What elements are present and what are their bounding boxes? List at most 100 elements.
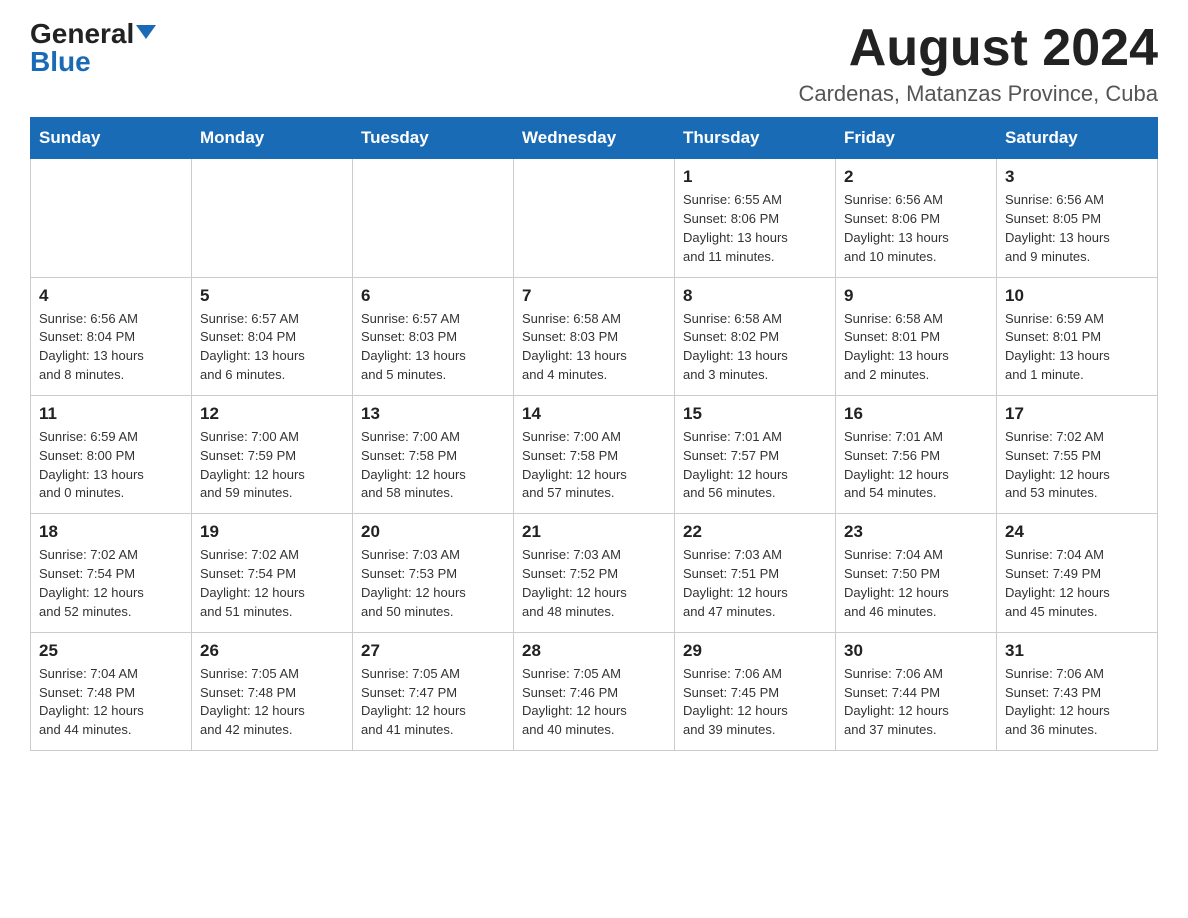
day-info: Sunrise: 7:05 AM Sunset: 7:48 PM Dayligh… [200,665,344,740]
logo-blue: Blue [30,48,91,76]
calendar-cell: 16 Sunrise: 7:01 AM Sunset: 7:56 PM Dayli… [836,395,997,513]
day-number: 9 [844,286,988,306]
day-info: Sunrise: 7:00 AM Sunset: 7:58 PM Dayligh… [522,428,666,503]
calendar-cell: 14 Sunrise: 7:00 AM Sunset: 7:58 PM Dayli… [514,395,675,513]
day-info: Sunrise: 6:58 AM Sunset: 8:03 PM Dayligh… [522,310,666,385]
calendar-cell: 29 Sunrise: 7:06 AM Sunset: 7:45 PM Dayli… [675,632,836,750]
calendar-week-row: 18 Sunrise: 7:02 AM Sunset: 7:54 PM Dayli… [31,514,1158,632]
day-number: 16 [844,404,988,424]
calendar-cell: 21 Sunrise: 7:03 AM Sunset: 7:52 PM Dayli… [514,514,675,632]
calendar-week-row: 25 Sunrise: 7:04 AM Sunset: 7:48 PM Dayli… [31,632,1158,750]
day-info: Sunrise: 6:59 AM Sunset: 8:00 PM Dayligh… [39,428,183,503]
day-info: Sunrise: 7:00 AM Sunset: 7:58 PM Dayligh… [361,428,505,503]
day-info: Sunrise: 7:06 AM Sunset: 7:43 PM Dayligh… [1005,665,1149,740]
calendar-cell: 13 Sunrise: 7:00 AM Sunset: 7:58 PM Dayli… [353,395,514,513]
day-number: 29 [683,641,827,661]
day-info: Sunrise: 7:01 AM Sunset: 7:57 PM Dayligh… [683,428,827,503]
page-header: General Blue August 2024 Cardenas, Matan… [30,20,1158,107]
calendar-week-row: 1 Sunrise: 6:55 AM Sunset: 8:06 PM Daylig… [31,159,1158,277]
calendar-week-row: 4 Sunrise: 6:56 AM Sunset: 8:04 PM Daylig… [31,277,1158,395]
calendar-cell: 30 Sunrise: 7:06 AM Sunset: 7:44 PM Dayli… [836,632,997,750]
day-number: 15 [683,404,827,424]
calendar-cell: 22Sunrise: 7:03 AM Sunset: 7:51 PM Dayli… [675,514,836,632]
day-info: Sunrise: 6:58 AM Sunset: 8:01 PM Dayligh… [844,310,988,385]
day-info: Sunrise: 7:02 AM Sunset: 7:54 PM Dayligh… [200,546,344,621]
weekday-header-monday: Monday [192,118,353,159]
weekday-header-friday: Friday [836,118,997,159]
day-number: 13 [361,404,505,424]
day-number: 31 [1005,641,1149,661]
day-info: Sunrise: 7:05 AM Sunset: 7:47 PM Dayligh… [361,665,505,740]
calendar-cell: 12Sunrise: 7:00 AM Sunset: 7:59 PM Dayli… [192,395,353,513]
calendar-cell: 19 Sunrise: 7:02 AM Sunset: 7:54 PM Dayli… [192,514,353,632]
day-info: Sunrise: 7:04 AM Sunset: 7:48 PM Dayligh… [39,665,183,740]
day-info: Sunrise: 6:55 AM Sunset: 8:06 PM Dayligh… [683,191,827,266]
day-info: Sunrise: 6:56 AM Sunset: 8:04 PM Dayligh… [39,310,183,385]
calendar-cell: 24 Sunrise: 7:04 AM Sunset: 7:49 PM Dayli… [997,514,1158,632]
location-subtitle: Cardenas, Matanzas Province, Cuba [798,81,1158,107]
day-number: 27 [361,641,505,661]
weekday-header-wednesday: Wednesday [514,118,675,159]
day-info: Sunrise: 7:05 AM Sunset: 7:46 PM Dayligh… [522,665,666,740]
day-info: Sunrise: 6:56 AM Sunset: 8:06 PM Dayligh… [844,191,988,266]
day-number: 4 [39,286,183,306]
logo-arrow-icon [136,25,156,39]
day-number: 2 [844,167,988,187]
day-number: 7 [522,286,666,306]
day-number: 3 [1005,167,1149,187]
day-number: 22 [683,522,827,542]
weekday-header-thursday: Thursday [675,118,836,159]
day-number: 19 [200,522,344,542]
day-number: 5 [200,286,344,306]
day-info: Sunrise: 7:06 AM Sunset: 7:45 PM Dayligh… [683,665,827,740]
day-info: Sunrise: 7:01 AM Sunset: 7:56 PM Dayligh… [844,428,988,503]
day-info: Sunrise: 7:06 AM Sunset: 7:44 PM Dayligh… [844,665,988,740]
title-block: August 2024 Cardenas, Matanzas Province,… [798,20,1158,107]
day-info: Sunrise: 6:57 AM Sunset: 8:03 PM Dayligh… [361,310,505,385]
calendar-cell [192,159,353,277]
calendar-cell [353,159,514,277]
calendar-week-row: 11Sunrise: 6:59 AM Sunset: 8:00 PM Dayli… [31,395,1158,513]
calendar-cell: 4 Sunrise: 6:56 AM Sunset: 8:04 PM Daylig… [31,277,192,395]
day-info: Sunrise: 6:59 AM Sunset: 8:01 PM Dayligh… [1005,310,1149,385]
calendar-cell: 23 Sunrise: 7:04 AM Sunset: 7:50 PM Dayli… [836,514,997,632]
calendar-cell: 6 Sunrise: 6:57 AM Sunset: 8:03 PM Daylig… [353,277,514,395]
day-number: 10 [1005,286,1149,306]
day-number: 6 [361,286,505,306]
calendar-cell: 28 Sunrise: 7:05 AM Sunset: 7:46 PM Dayli… [514,632,675,750]
calendar-cell: 8Sunrise: 6:58 AM Sunset: 8:02 PM Daylig… [675,277,836,395]
day-number: 8 [683,286,827,306]
day-info: Sunrise: 7:03 AM Sunset: 7:52 PM Dayligh… [522,546,666,621]
day-info: Sunrise: 7:04 AM Sunset: 7:50 PM Dayligh… [844,546,988,621]
day-number: 20 [361,522,505,542]
calendar-cell: 18 Sunrise: 7:02 AM Sunset: 7:54 PM Dayli… [31,514,192,632]
calendar-cell: 17Sunrise: 7:02 AM Sunset: 7:55 PM Dayli… [997,395,1158,513]
day-number: 21 [522,522,666,542]
calendar-cell: 26Sunrise: 7:05 AM Sunset: 7:48 PM Dayli… [192,632,353,750]
logo-general: General [30,20,134,48]
calendar-cell: 15 Sunrise: 7:01 AM Sunset: 7:57 PM Dayli… [675,395,836,513]
calendar-cell: 11Sunrise: 6:59 AM Sunset: 8:00 PM Dayli… [31,395,192,513]
day-info: Sunrise: 7:04 AM Sunset: 7:49 PM Dayligh… [1005,546,1149,621]
day-number: 18 [39,522,183,542]
calendar-table: SundayMondayTuesdayWednesdayThursdayFrid… [30,117,1158,751]
weekday-header-saturday: Saturday [997,118,1158,159]
day-number: 24 [1005,522,1149,542]
day-number: 28 [522,641,666,661]
day-number: 30 [844,641,988,661]
month-title: August 2024 [798,20,1158,77]
day-number: 1 [683,167,827,187]
calendar-cell: 25 Sunrise: 7:04 AM Sunset: 7:48 PM Dayli… [31,632,192,750]
calendar-header-row: SundayMondayTuesdayWednesdayThursdayFrid… [31,118,1158,159]
day-info: Sunrise: 7:02 AM Sunset: 7:54 PM Dayligh… [39,546,183,621]
weekday-header-sunday: Sunday [31,118,192,159]
day-number: 25 [39,641,183,661]
calendar-cell: 20Sunrise: 7:03 AM Sunset: 7:53 PM Dayli… [353,514,514,632]
calendar-cell: 9 Sunrise: 6:58 AM Sunset: 8:01 PM Daylig… [836,277,997,395]
day-number: 23 [844,522,988,542]
calendar-cell: 2 Sunrise: 6:56 AM Sunset: 8:06 PM Daylig… [836,159,997,277]
day-number: 12 [200,404,344,424]
calendar-cell: 1 Sunrise: 6:55 AM Sunset: 8:06 PM Daylig… [675,159,836,277]
day-number: 14 [522,404,666,424]
calendar-cell: 27 Sunrise: 7:05 AM Sunset: 7:47 PM Dayli… [353,632,514,750]
